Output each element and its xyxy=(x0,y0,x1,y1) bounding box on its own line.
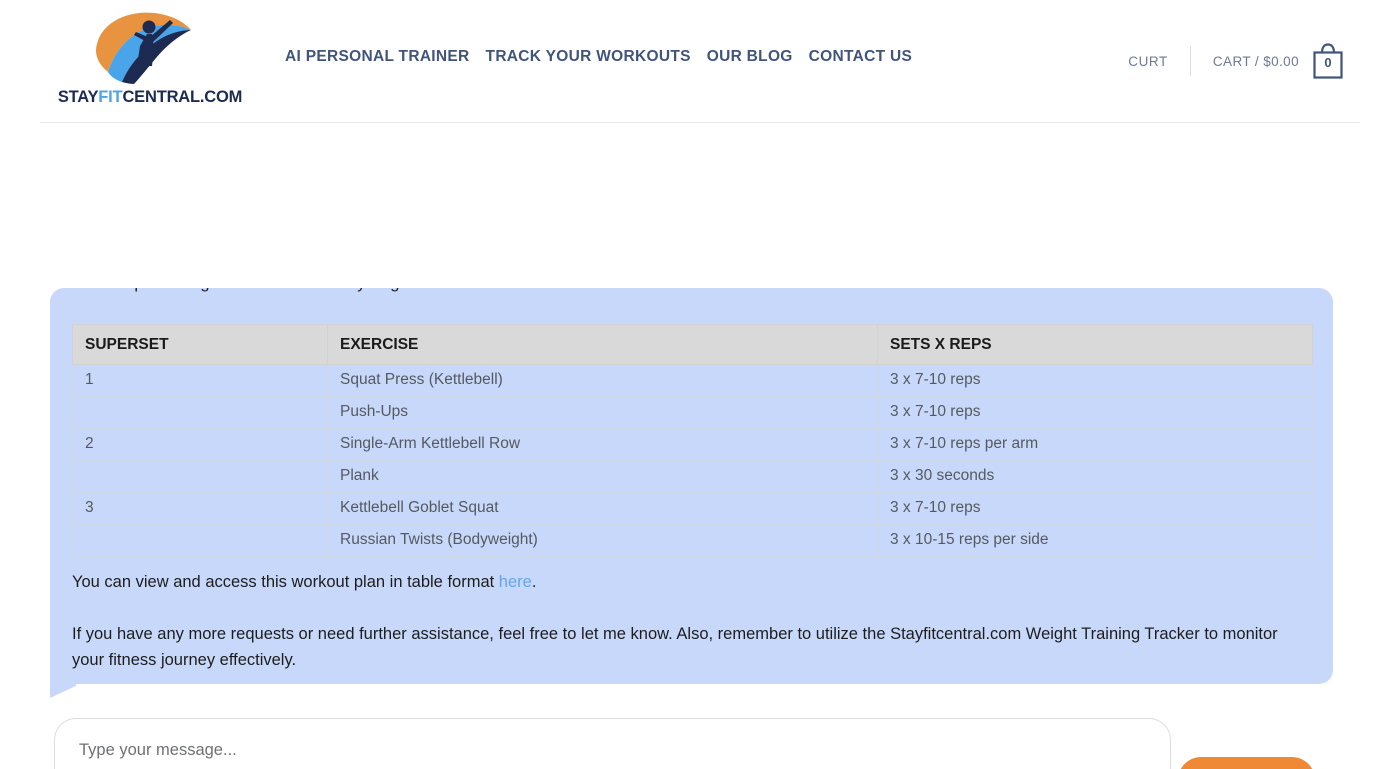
site-header: STAYFITCENTRAL.COM AI PERSONAL TRAINER T… xyxy=(0,0,1400,124)
message-input[interactable] xyxy=(54,718,1171,769)
header-inner: STAYFITCENTRAL.COM AI PERSONAL TRAINER T… xyxy=(40,0,1360,123)
chat-area: workout plan using a kettlebell and body… xyxy=(0,124,1400,769)
cell-sets-reps: 3 x 10-15 reps per side xyxy=(877,524,1313,557)
account-link[interactable]: CURT xyxy=(1128,54,1190,69)
nav-item-our-blog[interactable]: OUR BLOG xyxy=(707,48,793,66)
cell-sets-reps: 3 x 7-10 reps xyxy=(877,364,1313,397)
logo-word-central: CENTRAL.COM xyxy=(122,88,243,106)
cart-link[interactable]: CART / $0.00 0 xyxy=(1191,42,1345,80)
table-row: 1 Squat Press (Kettlebell) 3 x 7-10 reps xyxy=(72,364,1313,397)
cell-superset: 2 xyxy=(72,428,328,461)
cell-superset xyxy=(72,524,328,557)
column-header-sets-x-reps: SETS X REPS xyxy=(877,324,1313,365)
assistant-message-bubble: workout plan using a kettlebell and body… xyxy=(50,288,1333,684)
table-row: 2 Single-Arm Kettlebell Row 3 x 7-10 rep… xyxy=(72,428,1313,461)
nav-item-contact-us[interactable]: CONTACT US xyxy=(809,48,912,66)
table-format-paragraph: You can view and access this workout pla… xyxy=(72,569,1272,595)
cell-sets-reps: 3 x 7-10 reps per arm xyxy=(877,428,1313,461)
cell-exercise: Kettlebell Goblet Squat xyxy=(327,492,878,525)
bubble-tail xyxy=(50,676,76,698)
running-figure-logo-icon xyxy=(92,10,202,84)
header-utility-area: CURT CART / $0.00 0 xyxy=(1128,38,1345,84)
cell-exercise: Single-Arm Kettlebell Row xyxy=(327,428,878,461)
cell-exercise: Push-Ups xyxy=(327,396,878,429)
cell-exercise: Russian Twists (Bodyweight) xyxy=(327,524,878,557)
workout-plan-table: SUPERSET EXERCISE SETS X REPS 1 Squat Pr… xyxy=(72,324,1313,557)
logo-word-fit: FIT xyxy=(98,88,123,106)
cart-total-label: CART / $0.00 xyxy=(1212,53,1299,69)
table-format-here-link[interactable]: here xyxy=(499,573,532,591)
column-header-superset: SUPERSET xyxy=(72,324,328,365)
table-header-row: SUPERSET EXERCISE SETS X REPS xyxy=(72,324,1313,365)
nav-item-track-your-workouts[interactable]: TRACK YOUR WORKOUTS xyxy=(486,48,691,66)
table-row: Plank 3 x 30 seconds xyxy=(72,460,1313,493)
table-row: Push-Ups 3 x 7-10 reps xyxy=(72,396,1313,429)
cell-sets-reps: 3 x 30 seconds xyxy=(877,460,1313,493)
cell-superset xyxy=(72,396,328,429)
closing-note-paragraph: If you have any more requests or need fu… xyxy=(72,625,1278,669)
cart-count-badge: 0 xyxy=(1324,55,1332,70)
main-navigation: AI PERSONAL TRAINER TRACK YOUR WORKOUTS … xyxy=(285,48,912,66)
table-row: 3 Kettlebell Goblet Squat 3 x 7-10 reps xyxy=(72,492,1313,525)
cell-exercise: Plank xyxy=(327,460,878,493)
cell-sets-reps: 3 x 7-10 reps xyxy=(877,396,1313,429)
nav-item-ai-personal-trainer[interactable]: AI PERSONAL TRAINER xyxy=(285,48,470,66)
table-format-text-before: You can view and access this workout pla… xyxy=(72,573,499,591)
table-format-text-after: . xyxy=(531,573,537,591)
clipped-intro-text: workout plan using a kettlebell and body… xyxy=(72,288,1252,292)
shopping-bag-icon: 0 xyxy=(1311,42,1345,80)
logo-wordmark: STAYFITCENTRAL.COM xyxy=(50,88,250,107)
cell-superset: 1 xyxy=(72,364,328,397)
cell-sets-reps: 3 x 7-10 reps xyxy=(877,492,1313,525)
cell-exercise: Squat Press (Kettlebell) xyxy=(327,364,878,397)
clear-button[interactable]: CLEAR xyxy=(1178,757,1315,769)
table-row: Russian Twists (Bodyweight) 3 x 10-15 re… xyxy=(72,524,1313,557)
column-header-exercise: EXERCISE xyxy=(327,324,878,365)
site-logo[interactable]: STAYFITCENTRAL.COM xyxy=(50,8,250,112)
cell-superset: 3 xyxy=(72,492,328,525)
cell-superset xyxy=(72,460,328,493)
logo-word-stay: STAY xyxy=(57,88,99,106)
